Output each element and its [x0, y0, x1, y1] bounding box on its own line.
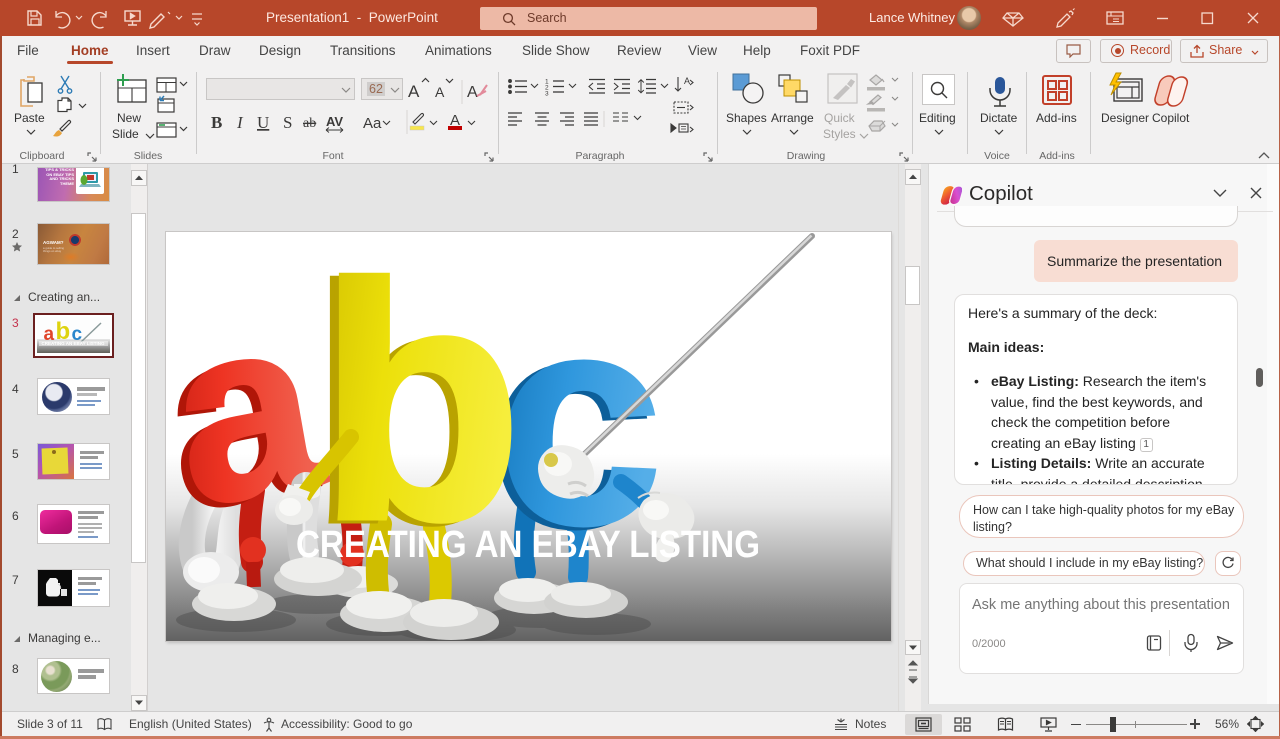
- svg-text:CREATING AN EBAY LISTING: CREATING AN EBAY LISTING: [296, 524, 760, 566]
- svg-text:A: A: [435, 84, 445, 100]
- svg-text:3: 3: [545, 91, 549, 98]
- svg-text:A: A: [408, 82, 420, 101]
- svg-text:U: U: [257, 113, 269, 132]
- svg-text:AV: AV: [326, 114, 343, 129]
- svg-text:A: A: [467, 84, 478, 101]
- svg-text:A: A: [684, 76, 690, 86]
- svg-text:S: S: [283, 113, 292, 132]
- svg-text:Aa: Aa: [363, 115, 382, 132]
- svg-text:ab: ab: [303, 116, 316, 131]
- svg-text:I: I: [236, 113, 244, 132]
- svg-text:B: B: [211, 113, 222, 132]
